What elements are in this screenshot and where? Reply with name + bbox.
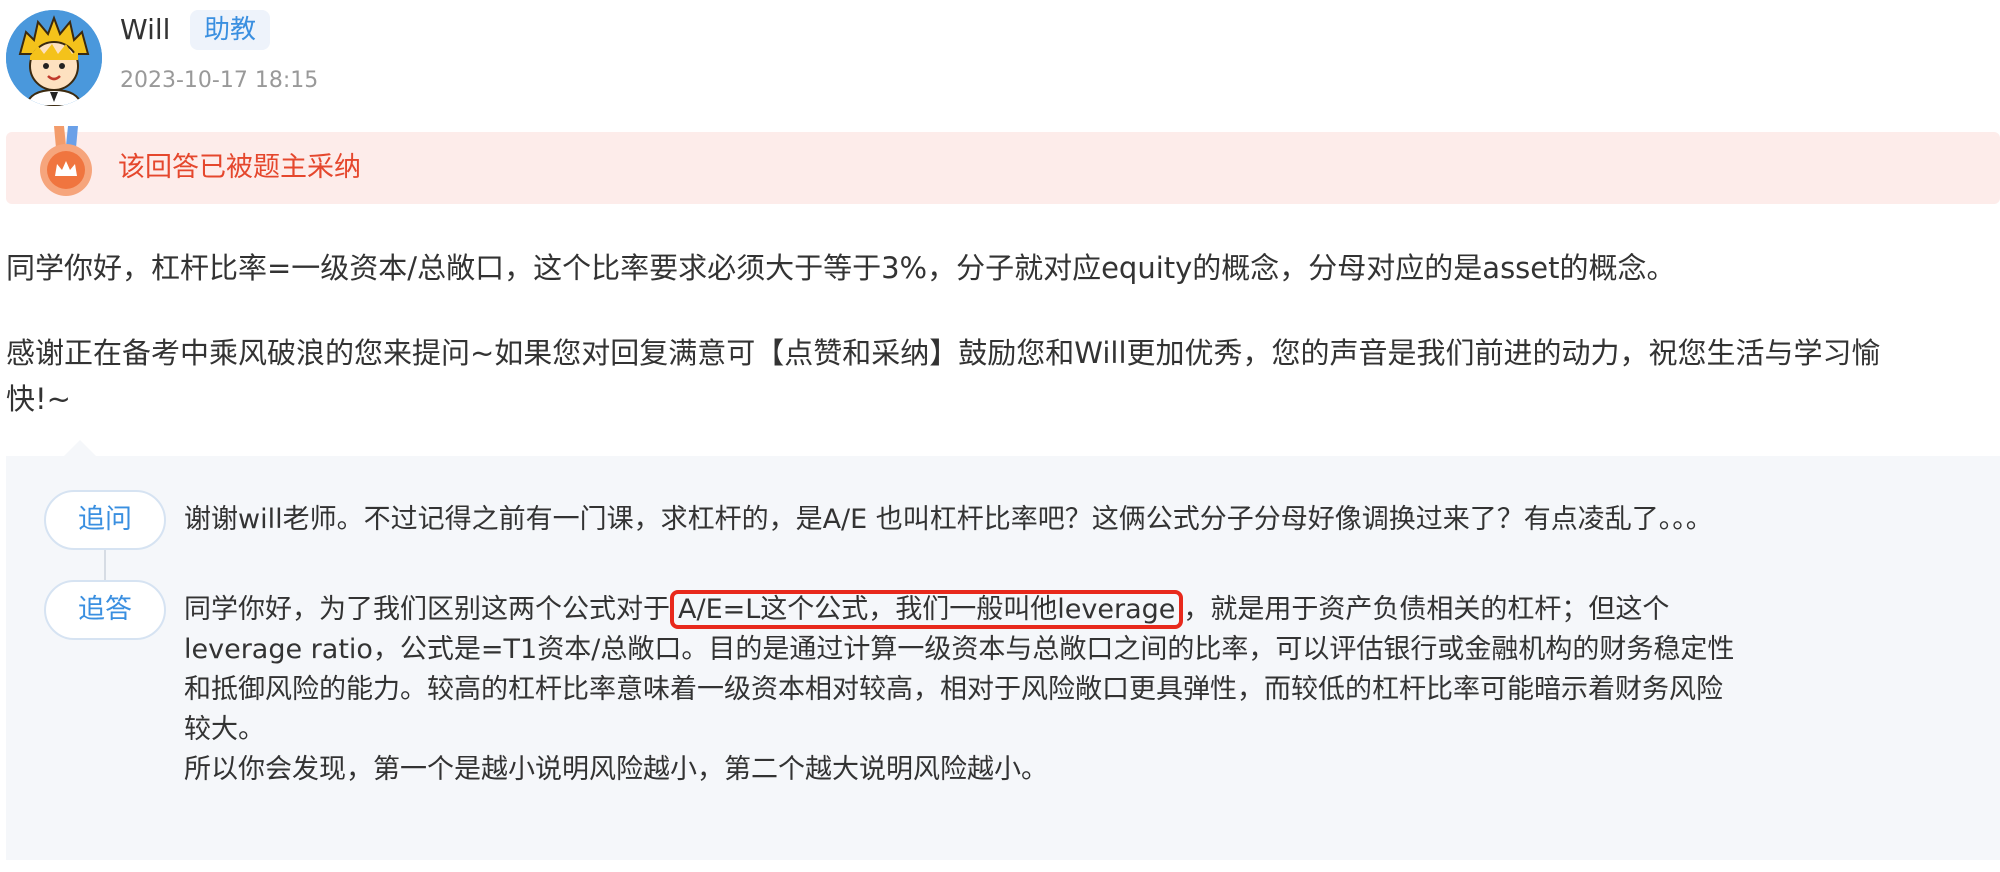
followup-notch: [64, 440, 96, 456]
avatar[interactable]: [6, 10, 102, 106]
thread-connector: [104, 550, 106, 582]
medal-icon: [30, 126, 102, 206]
followup-ask-label: 追问: [44, 490, 166, 550]
answer-paragraph: 感谢正在备考中乘风破浪的您来提问~如果您对回复满意可【点赞和采纳】鼓励您和Wil…: [6, 336, 1881, 416]
adopted-text: 该回答已被题主采纳: [118, 152, 361, 183]
author-name[interactable]: Will: [120, 12, 170, 48]
answer-paragraph: 同学你好，杠杆比率=一级资本/总敞口，这个比率要求必须大于等于3%，分子就对应e…: [6, 251, 1676, 285]
avatar-cartoon-icon: [6, 10, 102, 106]
followup-reply-label: 追答: [44, 580, 166, 640]
reply-line: leverage ratio，公式是=T1资本/总敞口。目的是通过计算一级资本与…: [184, 634, 1735, 665]
reply-line: 所以你会发现，第一个是越小说明风险越小，第二个越大说明风险越小。: [184, 754, 1048, 785]
followup-reply-text: 同学你好，为了我们区别这两个公式对于 A/E=L这个公式，我们一般叫他levera…: [184, 590, 1744, 790]
followup-ask-text: 谢谢will老师。不过记得之前有一门课，求杠杆的，是A/E 也叫杠杆比率吧？这俩…: [184, 504, 1713, 535]
highlighted-phrase: A/E=L这个公式，我们一般叫他leverage: [670, 590, 1184, 629]
reply-text-segment: 同学你好，为了我们区别这两个公式对于: [184, 594, 670, 625]
reply-line: 较大。: [184, 714, 265, 745]
adopted-answer-banner: 该回答已被题主采纳: [6, 126, 2000, 204]
reply-text-segment: ，就是用于资产负债相关的杠杆；但这个: [1183, 594, 1670, 625]
reply-line: 和抵御风险的能力。较高的杠杆比率意味着一级资本相对较高，相对于风险敞口更具弹性，…: [184, 674, 1723, 705]
role-badge: 助教: [190, 10, 271, 50]
post-timestamp: 2023-10-17 18:15: [120, 68, 319, 93]
reply-line: 同学你好，为了我们区别这两个公式对于 A/E=L这个公式，我们一般叫他levera…: [184, 590, 1744, 630]
